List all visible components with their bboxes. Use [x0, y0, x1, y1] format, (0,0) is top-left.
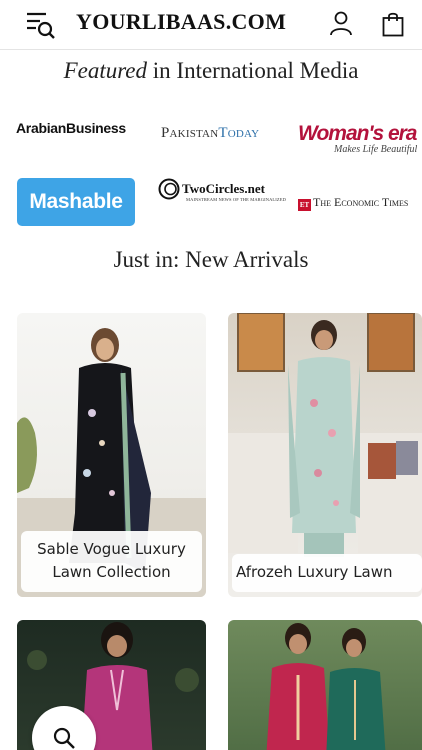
brand-logo[interactable]: YOURLIBAAS.COM: [76, 9, 286, 35]
search-icon: [53, 727, 75, 749]
pakistan-today-logo-today: Today: [218, 125, 260, 141]
twocircles-circle-icon: [158, 178, 180, 200]
pakistan-today-logo-pakistan: Pakistan: [161, 125, 219, 141]
product-card-embroidered-outfits[interactable]: [228, 620, 422, 750]
arabian-business-logo: ArabianBusiness: [16, 120, 126, 136]
twocircles-logo-tagline: MAINSTREAM NEWS OF THE MARGINALIZED: [186, 197, 286, 202]
product-name-afrozeh[interactable]: Afrozeh Luxury Lawn: [232, 554, 422, 592]
twocircles-logo-name: TwoCircles.net: [182, 181, 265, 196]
economic-times-logo-name: The Economic Times: [313, 195, 409, 209]
user-icon[interactable]: [329, 11, 353, 37]
economic-times-logo: ET The Economic Times: [298, 195, 422, 211]
economic-times-badge-icon: ET: [298, 199, 311, 211]
menu-search-icon[interactable]: [26, 10, 56, 40]
featured-heading: Featured in International Media: [0, 58, 422, 84]
mashable-logo: Mashable: [17, 178, 135, 226]
pakistan-today-logo: PakistanToday: [161, 125, 259, 142]
new-arrivals-heading: Just in: New Arrivals: [113, 247, 309, 272]
site-header: YOURLIBAAS.COM: [0, 0, 422, 50]
womans-era-logo-tagline: Makes Life Beautiful: [334, 144, 418, 155]
featured-italic: Featured: [63, 58, 148, 83]
featured-rest: in International Media: [147, 58, 359, 83]
womans-era-logo: Woman's era Makes Life Beautiful: [298, 122, 422, 155]
shopping-bag-icon[interactable]: [382, 11, 404, 37]
womans-era-logo-name: Woman's era: [298, 122, 417, 145]
twocircles-logo: TwoCircles.net MAINSTREAM NEWS OF THE MA…: [158, 178, 286, 206]
product-name-sable-vogue[interactable]: Sable Vogue Luxury Lawn Collection: [21, 531, 202, 592]
product-image: [266, 623, 386, 750]
